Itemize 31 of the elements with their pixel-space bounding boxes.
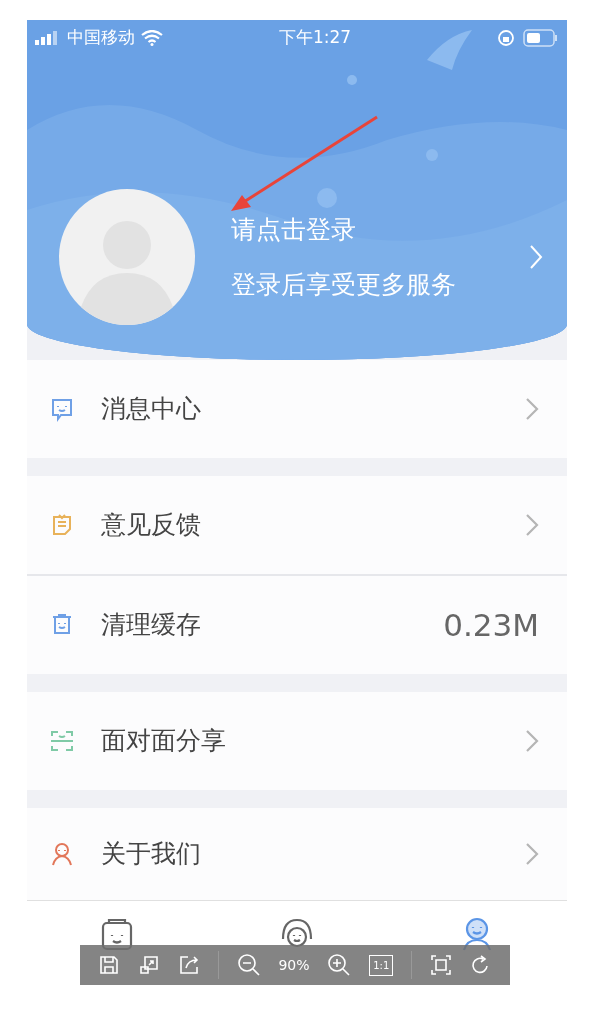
share-icon[interactable] <box>177 954 200 976</box>
chevron-right-icon <box>525 397 539 421</box>
menu-label: 消息中心 <box>101 393 202 426</box>
menu-item[interactable]: 清理缓存 0.23M <box>27 576 567 674</box>
chevron-right-icon <box>525 842 539 866</box>
chevron-right-icon <box>525 729 539 753</box>
battery-icon <box>523 29 559 47</box>
menu-item[interactable]: 意见反馈 <box>27 476 567 574</box>
rotation-lock-icon <box>497 29 515 47</box>
menu-item[interactable]: 消息中心 <box>27 360 567 458</box>
save-icon[interactable] <box>98 954 120 976</box>
avatar-icon[interactable] <box>59 189 195 325</box>
status-time: 下午1:27 <box>278 26 352 50</box>
login-benefit-text: 登录后享受更多服务 <box>231 269 457 301</box>
zoom-out-icon[interactable] <box>236 953 261 977</box>
menu-label: 意见反馈 <box>101 509 202 542</box>
chevron-right-icon <box>529 244 543 270</box>
wifi-icon <box>141 30 163 46</box>
fullscreen-icon[interactable] <box>430 954 453 976</box>
menu-label: 面对面分享 <box>101 725 227 758</box>
picture-in-picture-icon[interactable] <box>137 954 160 976</box>
menu-item[interactable]: 面对面分享 <box>27 692 567 790</box>
zoom-in-icon[interactable] <box>327 953 352 977</box>
menu-label: 关于我们 <box>101 838 202 871</box>
menu-item[interactable]: 关于我们 <box>27 808 567 900</box>
cache-size: 0.23M <box>443 605 539 645</box>
chevron-right-icon <box>525 513 539 537</box>
carrier-name: 中国移动 <box>67 26 135 50</box>
menu-label: 清理缓存 <box>101 609 202 642</box>
actual-size-button[interactable]: 1:1 <box>369 954 394 976</box>
zoom-level: 90% <box>278 955 310 975</box>
